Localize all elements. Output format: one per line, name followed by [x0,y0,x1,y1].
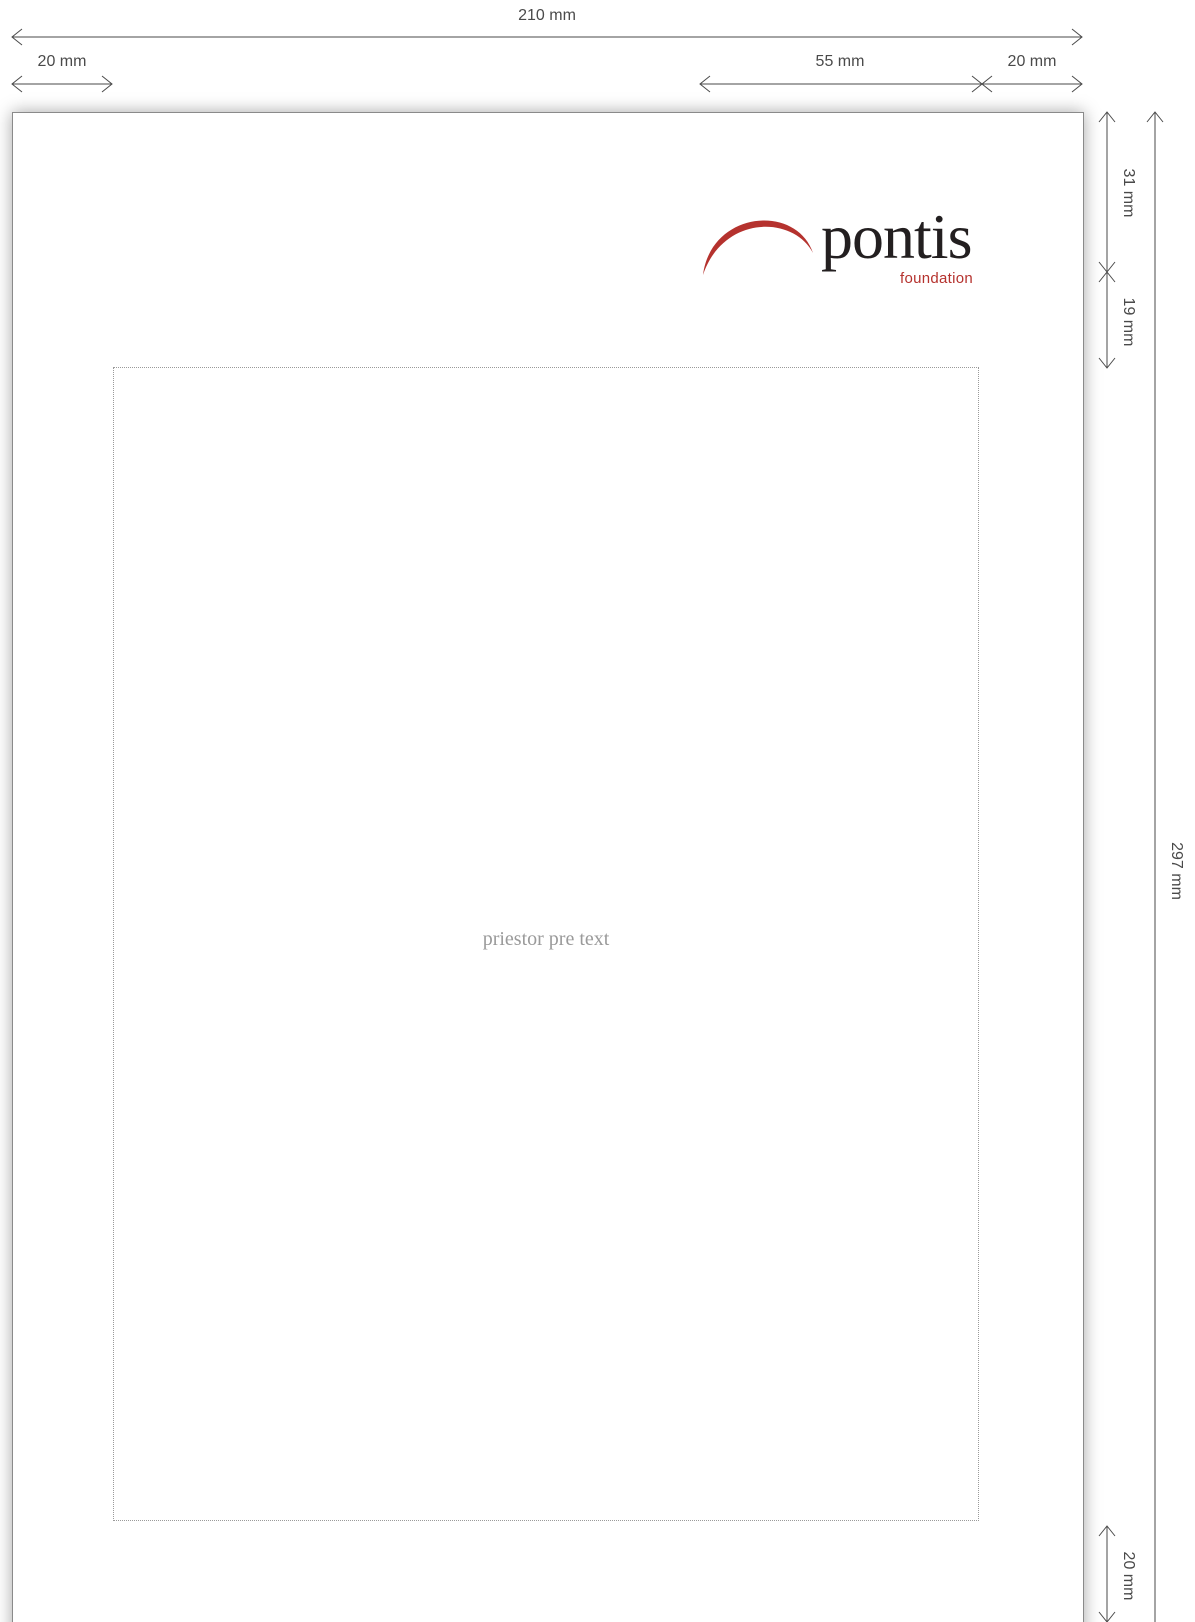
label-total-width: 210 mm [518,7,576,24]
label-right-margin: 20 mm [1007,53,1057,70]
dimension-line-total-width [11,28,1083,46]
dimension-line-logo-width [699,75,983,93]
dimension-line-top-offset [1098,111,1116,273]
label-left-margin: 20 mm [37,53,87,70]
pontis-logo: pontis foundation [701,205,1001,301]
label-top-offset: 31 mm [1120,168,1137,218]
text-area-frame: priestor pre text [113,367,979,1521]
text-area-placeholder: priestor pre text [482,928,610,950]
dimension-line-total-height [1146,111,1164,1622]
logo-arc-icon [703,220,813,275]
label-total-height: 297 mm [1168,842,1185,900]
logo-subtitle: foundation [900,270,974,287]
dimension-line-bottom-margin [1098,1525,1116,1622]
label-bottom-margin: 20 mm [1120,1551,1137,1601]
a4-page: pontis foundation priestor pre text [12,112,1084,1622]
dimension-line-logo-gap [1098,271,1116,369]
label-logo-gap: 19 mm [1120,297,1137,347]
dimension-line-left-margin [11,75,113,93]
letterhead-template-diagram: 210 mm 20 mm 55 mm 20 mm 31 mm 19 mm 20 … [0,0,1195,1622]
dimension-line-right-margin [981,75,1083,93]
label-logo-width: 55 mm [815,53,865,70]
logo-wordmark: pontis [821,201,972,272]
